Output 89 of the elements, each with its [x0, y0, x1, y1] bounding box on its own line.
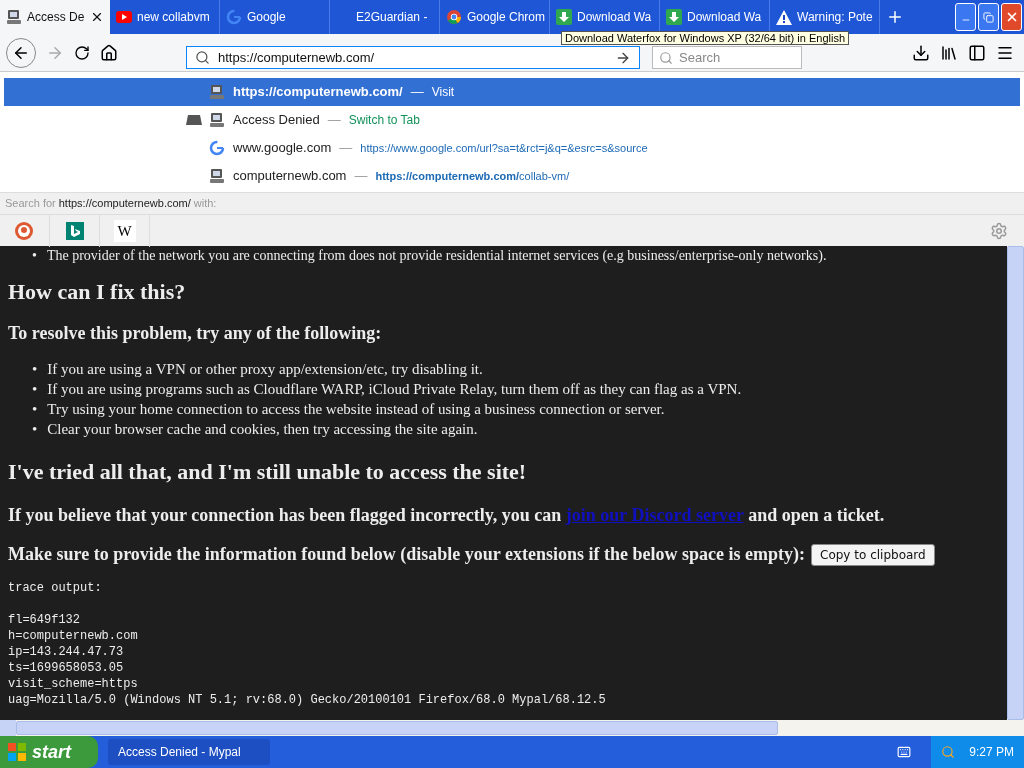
- trace-line: ts=1699658053.05: [8, 660, 125, 676]
- bullet-text: The provider of the network you are connecting from does not provide residential internet services (e.g business/enterprise-only networks).: [46, 247, 827, 265]
- computer-icon: [209, 84, 225, 100]
- bing-icon[interactable]: [65, 221, 84, 240]
- suggestion-title: www.google.com: [233, 139, 332, 158]
- warning-icon: [776, 9, 792, 25]
- restore-icon: [983, 11, 994, 23]
- suggestion-row[interactable]: computernewb.com — https://computernewb.com/collab-vm/: [0, 162, 1024, 190]
- tab-title: Download Wa: [577, 9, 653, 26]
- bullet: •: [32, 360, 38, 379]
- url-text: https://computernewb.com/collab-vm/: [375, 168, 570, 184]
- list-item: Clear your browser cache and cookies, then try accessing the site again.: [47, 420, 478, 439]
- suggestion-row[interactable]: Access Denied — Switch to Tab: [0, 106, 1024, 134]
- horizontal-scrollbar[interactable]: [0, 720, 1024, 736]
- dash: —: [410, 83, 424, 102]
- tab-title: Access De: [27, 9, 85, 26]
- download-icon: [556, 9, 572, 25]
- tab-title: Google Chrom: [467, 9, 546, 26]
- instruction-text: Make sure to provide the information found below (disable your extensions if the below space is empty):: [8, 543, 805, 566]
- bullet: •: [32, 400, 38, 419]
- wikipedia-button[interactable]: W: [113, 219, 136, 242]
- paragraph: If you believe that your connection has been flagged incorrectly, you can join our Discord server and open a ticket.: [8, 504, 886, 527]
- url-text: https://www.google.com/url?sa=t&rct=j&q=&esrc=s&source: [360, 140, 648, 156]
- trace-line: ip=143.244.47.73: [8, 644, 125, 660]
- tab-icon: [186, 115, 202, 125]
- tab-title: Warning: Pote: [797, 9, 873, 26]
- suggestion-row[interactable]: https://computernewb.com/ — Visit: [4, 78, 1020, 106]
- list-item: Try using your home connection to access the website instead of using a business connection or server.: [47, 400, 665, 419]
- keyboard-icon[interactable]: [897, 745, 912, 759]
- taskbar-item[interactable]: Access Denied - Mypal: [108, 739, 270, 765]
- restore-button[interactable]: [978, 3, 999, 31]
- download-icon[interactable]: [912, 43, 930, 62]
- address-field[interactable]: https://computernewb.com/: [218, 47, 607, 68]
- trace-line: visit_scheme=https: [8, 676, 139, 692]
- download-icon: [666, 9, 682, 25]
- tooltip: Download Waterfox for Windows XP (32/64 bit) in English: [561, 31, 850, 45]
- search-icon: [659, 50, 673, 65]
- address-bar[interactable]: https://computernewb.com/: [186, 46, 640, 69]
- trace-line: fl=649f132: [8, 612, 81, 628]
- reload-icon[interactable]: [74, 44, 90, 61]
- close-icon[interactable]: [90, 10, 104, 24]
- home-icon[interactable]: [100, 43, 118, 62]
- trace-line: h=computernewb.com: [8, 628, 139, 644]
- computer-icon: [209, 168, 225, 184]
- section-heading: How can I fix this?: [8, 278, 187, 306]
- suggestion-title: https://computernewb.com/: [233, 83, 403, 102]
- trace-line: uag=Mozilla/5.0 (Windows NT 5.1; rv:68.0) Gecko/20100101 Firefox/68.0 Mypal/68.12.5: [8, 692, 607, 708]
- search-icon: [195, 50, 210, 65]
- subheading: To resolve this problem, try any of the following:: [8, 322, 383, 345]
- tab-title: E2Guardian -: [355, 9, 429, 26]
- browser-tab[interactable]: Access De: [0, 0, 110, 34]
- action-label: Visit: [431, 84, 455, 101]
- bullet: •: [32, 247, 37, 265]
- settings-icon[interactable]: [990, 221, 1008, 240]
- clock: 9:27 PM: [969, 744, 1014, 761]
- tab-title: Google: [247, 9, 287, 26]
- start-button[interactable]: start: [0, 736, 98, 768]
- dash: —: [327, 111, 341, 130]
- search-field[interactable]: Search: [679, 47, 789, 68]
- new-tab-icon[interactable]: [886, 8, 904, 26]
- list-item: If you are using programs such as Cloudflare WARP, iCloud Private Relay, turn them off as they can flag as a VPN.: [47, 380, 742, 399]
- vertical-scrollbar[interactable]: [1007, 246, 1024, 720]
- dash: —: [354, 167, 368, 186]
- bullet: •: [32, 380, 38, 399]
- sidebar-icon[interactable]: [968, 43, 986, 62]
- library-icon[interactable]: [940, 43, 958, 62]
- bullet: •: [32, 420, 38, 439]
- dash: —: [339, 139, 353, 158]
- suggestion-row[interactable]: www.google.com — https://www.google.com/url?sa=t&rct=j&q=&esrc=s&source: [0, 134, 1024, 162]
- action-label: Switch to Tab: [348, 112, 420, 129]
- section-heading: I've tried all that, and I'm still unable to access the site!: [8, 458, 528, 486]
- computer-icon: [209, 112, 225, 128]
- duckduckgo-icon[interactable]: [13, 219, 36, 242]
- computer-icon: [6, 9, 22, 25]
- tab-title: Download Wa: [687, 9, 763, 26]
- google-icon: [209, 140, 225, 156]
- play-icon: [116, 11, 132, 23]
- list-item: If you are using a VPN or other proxy app/extension/etc, try disabling it.: [47, 360, 483, 379]
- tab-title: new collabvm: [137, 9, 211, 26]
- chrome-icon: [446, 9, 462, 25]
- suggestion-title: computernewb.com: [233, 167, 347, 186]
- windows-logo-icon: [8, 743, 26, 761]
- search-bar[interactable]: Search: [652, 46, 802, 69]
- suggestion-title: Access Denied: [233, 111, 320, 130]
- trace-line: trace output:: [8, 580, 103, 596]
- close-button[interactable]: [1001, 3, 1022, 31]
- minimize-button[interactable]: [955, 3, 976, 31]
- copy-button[interactable]: Copy to clipboard: [811, 543, 935, 566]
- google-icon: [226, 9, 242, 25]
